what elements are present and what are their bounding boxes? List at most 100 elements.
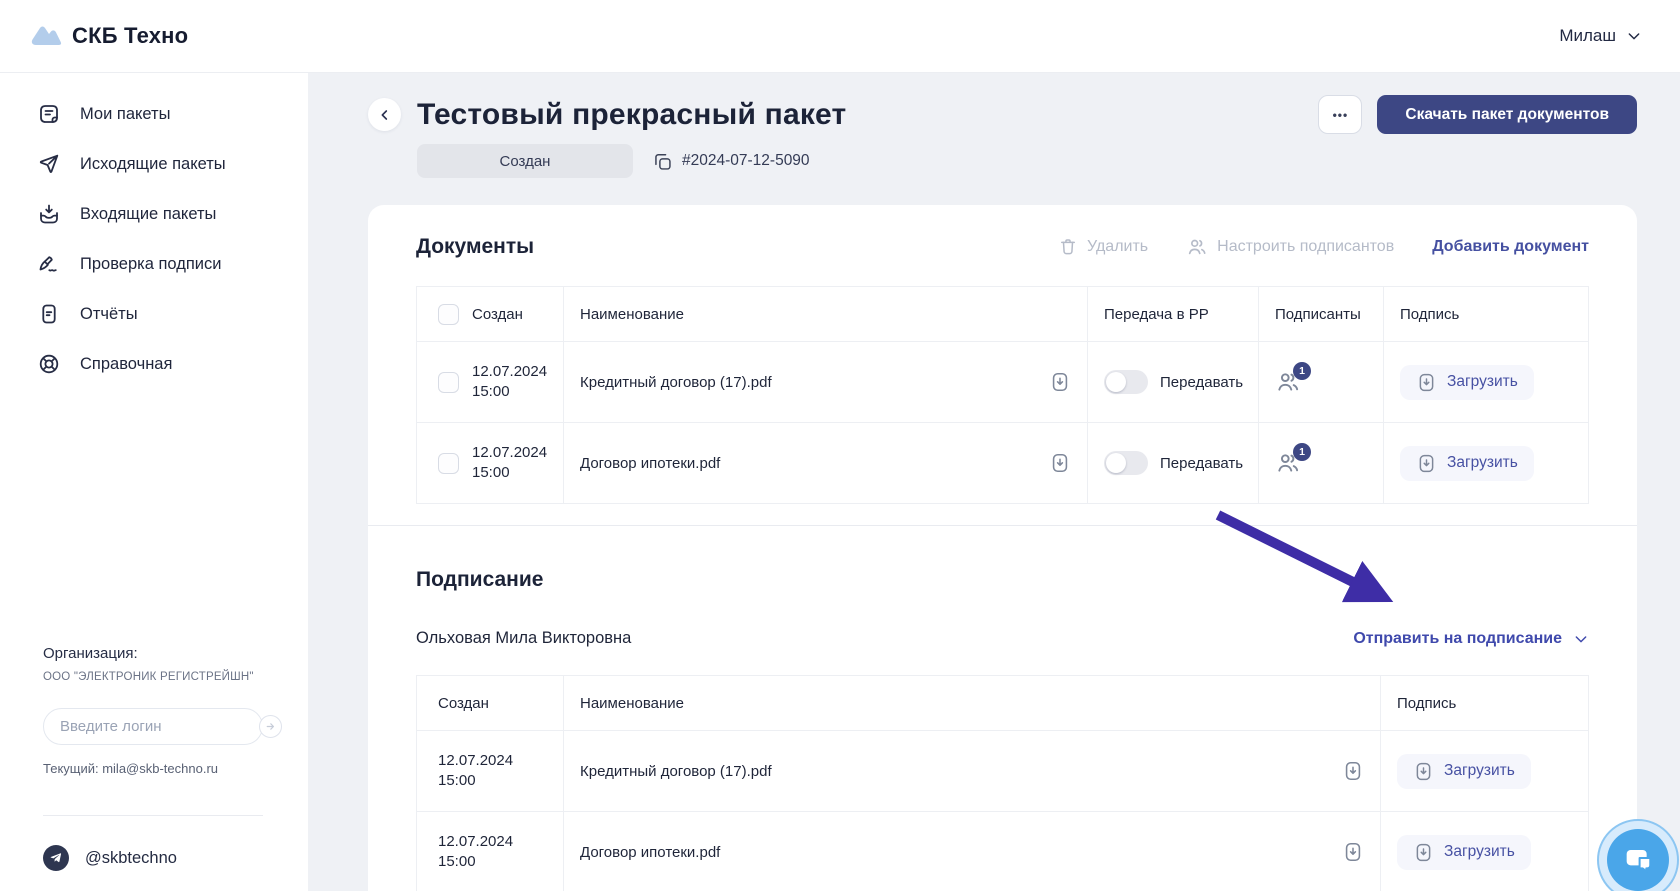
file-download-icon[interactable] xyxy=(1342,760,1364,782)
file-download-icon xyxy=(1419,454,1434,472)
header-actions: ••• Скачать пакет документов xyxy=(1318,95,1637,134)
transfer-toggle[interactable] xyxy=(1104,451,1148,475)
sidebar-item-my-packages[interactable]: Мои пакеты xyxy=(0,89,308,139)
telegram-icon xyxy=(43,845,69,871)
documents-table: Создан Наименование Передача в РР Подпис… xyxy=(416,286,1589,504)
reports-icon xyxy=(42,304,56,324)
sidebar-item-label: Справочная xyxy=(80,354,173,373)
trash-icon xyxy=(1061,239,1076,255)
signers-count-badge: 1 xyxy=(1293,443,1311,461)
col-name: Наименование xyxy=(580,305,684,323)
signers-count-badge: 1 xyxy=(1293,362,1311,380)
select-all-checkbox[interactable] xyxy=(438,303,459,325)
signer-row: Ольховая Мила Викторовна Отправить на по… xyxy=(416,629,1589,648)
brand-logo: СКБ Техно xyxy=(30,23,188,49)
add-document-label: Добавить документ xyxy=(1432,238,1589,255)
configure-signers-action[interactable]: Настроить подписантов xyxy=(1186,236,1394,258)
current-user-label: Текущий: mila@skb-techno.ru xyxy=(43,761,219,776)
signers-indicator[interactable]: 1 xyxy=(1275,362,1311,395)
top-bar: СКБ Техно Милаш xyxy=(0,0,1680,73)
back-button[interactable] xyxy=(368,98,401,131)
signing-heading: Подписание xyxy=(416,568,544,591)
transfer-label: Передавать xyxy=(1160,454,1244,472)
created-cell: 12.07.2024 15:00 xyxy=(438,832,514,870)
chat-widget-button[interactable] xyxy=(1597,819,1679,891)
signing-table-header: Создан Наименование Подпись xyxy=(417,676,1588,730)
col-created: Создан xyxy=(438,694,489,712)
created-cell: 12.07.2024 15:00 xyxy=(472,443,548,481)
sidebar-item-label: Исходящие пакеты xyxy=(80,154,226,173)
sidebar-item-help[interactable]: Справочная xyxy=(0,339,308,389)
help-icon xyxy=(39,354,59,374)
upload-signature-button[interactable]: Загрузить xyxy=(1400,445,1534,481)
package-id-value: #2024-07-12-5090 xyxy=(682,152,810,169)
upload-signature-button[interactable]: Загрузить xyxy=(1397,753,1531,789)
sidebar-item-reports[interactable]: Отчёты xyxy=(0,289,308,339)
sidebar-item-outgoing-packages[interactable]: Исходящие пакеты xyxy=(0,139,308,189)
status-badge: Создан xyxy=(417,144,633,178)
send-to-sign-link[interactable]: Отправить на подписание xyxy=(1353,630,1589,648)
sidebar-item-signature-check[interactable]: Проверка подписи xyxy=(0,239,308,289)
my-packages-icon xyxy=(40,105,58,123)
upload-signature-label: Загрузить xyxy=(1447,454,1518,471)
configure-signers-label: Настроить подписантов xyxy=(1217,238,1395,255)
documents-actions: Удалить Настроить подписантов Добавить д… xyxy=(1058,236,1589,258)
download-package-button[interactable]: Скачать пакет документов xyxy=(1377,95,1637,134)
file-download-icon[interactable] xyxy=(1342,841,1364,863)
document-name: Кредитный договор (17).pdf xyxy=(580,762,772,780)
sidebar-nav: Мои пакеты Исходящие пакеты Входящие пак… xyxy=(0,73,308,389)
created-cell: 12.07.2024 15:00 xyxy=(438,751,514,789)
sidebar-footer: Организация: ООО "ЭЛЕКТРОНИК РЕГИСТРЕЙШН… xyxy=(43,645,282,885)
outgoing-packages-icon xyxy=(39,154,59,173)
upload-signature-label: Загрузить xyxy=(1444,843,1515,860)
sidebar-item-label: Мои пакеты xyxy=(80,104,171,123)
file-download-icon[interactable] xyxy=(1049,452,1071,474)
organization-label: Организация: xyxy=(43,645,138,662)
more-button[interactable]: ••• xyxy=(1318,95,1363,134)
package-card: Документы Удалить Настроить подписантов … xyxy=(368,205,1637,891)
user-menu-label: Милаш xyxy=(1559,26,1616,45)
user-menu[interactable]: Милаш xyxy=(1559,26,1642,46)
signing-row: 12.07.2024 15:00 Кредитный договор (17).… xyxy=(417,730,1588,811)
documents-table-header: Создан Наименование Передача в РР Подпис… xyxy=(417,287,1588,341)
sidebar-divider xyxy=(43,815,263,816)
file-download-icon xyxy=(1416,843,1431,861)
document-name: Договор ипотеки.pdf xyxy=(580,454,721,472)
telegram-link[interactable]: @skbtechno xyxy=(43,845,263,871)
document-row: 12.07.2024 15:00 Кредитный договор (17).… xyxy=(417,341,1588,422)
upload-signature-label: Загрузить xyxy=(1444,762,1515,779)
col-created: Создан xyxy=(472,305,523,323)
transfer-toggle[interactable] xyxy=(1104,370,1148,394)
file-download-icon[interactable] xyxy=(1049,371,1071,393)
login-submit-button[interactable] xyxy=(259,715,282,738)
documents-header: Документы Удалить Настроить подписантов … xyxy=(416,235,1589,259)
chevron-down-icon xyxy=(1628,33,1640,40)
sidebar-item-incoming-packages[interactable]: Входящие пакеты xyxy=(0,189,308,239)
chevron-left-icon xyxy=(381,109,387,120)
signers-indicator[interactable]: 1 xyxy=(1275,443,1311,476)
col-transfer: Передача в РР xyxy=(1104,305,1209,323)
page-header: Тестовый прекрасный пакет ••• Скачать па… xyxy=(368,95,1637,134)
upload-signature-button[interactable]: Загрузить xyxy=(1400,364,1534,400)
file-download-icon xyxy=(1416,762,1431,780)
sidebar-item-label: Входящие пакеты xyxy=(80,204,217,223)
arrow-right-icon xyxy=(266,723,275,730)
signature-check-icon xyxy=(39,256,57,272)
document-row: 12.07.2024 15:00 Договор ипотеки.pdf Пер… xyxy=(417,422,1588,503)
send-to-sign-label: Отправить на подписание xyxy=(1353,629,1562,647)
row-checkbox[interactable] xyxy=(438,452,459,474)
add-document-action[interactable]: Добавить документ xyxy=(1432,238,1589,256)
package-id[interactable]: #2024-07-12-5090 xyxy=(652,151,810,172)
incoming-packages-icon xyxy=(40,204,58,224)
delete-action[interactable]: Удалить xyxy=(1058,237,1148,257)
upload-signature-button[interactable]: Загрузить xyxy=(1397,834,1531,870)
organization-name: ООО "ЭЛЕКТРОНИК РЕГИСТРЕЙШН" xyxy=(43,671,254,683)
sidebar-item-label: Проверка подписи xyxy=(80,254,222,273)
file-download-icon xyxy=(1419,373,1434,391)
cloud-logo-icon xyxy=(31,26,62,45)
delete-label: Удалить xyxy=(1087,238,1149,255)
row-checkbox[interactable] xyxy=(438,371,459,393)
col-signature: Подпись xyxy=(1400,305,1460,323)
documents-heading: Документы xyxy=(416,235,535,258)
login-input[interactable] xyxy=(60,718,259,735)
